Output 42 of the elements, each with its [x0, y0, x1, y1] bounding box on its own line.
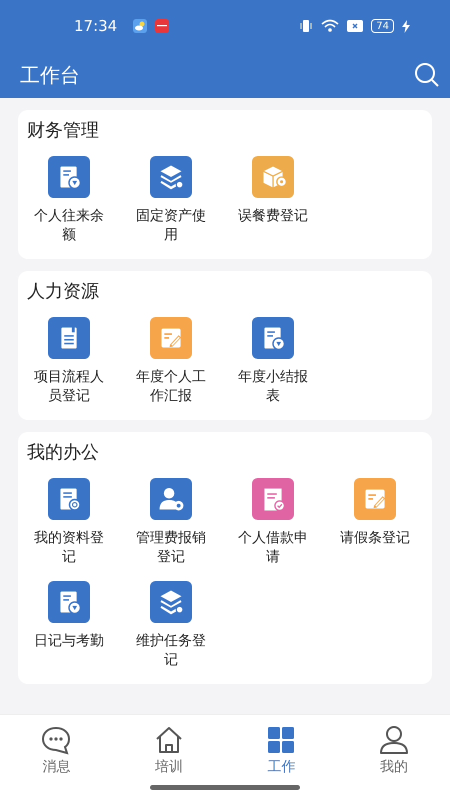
item-label[interactable]: 管理费报销登记 — [133, 529, 209, 567]
app-icon — [155, 19, 170, 33]
item-label[interactable]: 我的资料登记 — [31, 529, 107, 567]
section-title: 我的办公 — [26, 441, 99, 464]
item-label[interactable]: 年度个人工作汇报 — [133, 368, 209, 406]
status-time: 17:34 — [74, 17, 118, 35]
grid-icon — [266, 725, 296, 755]
item-label[interactable]: 日记与考勤 — [31, 632, 107, 651]
layers-icon[interactable] — [149, 581, 193, 623]
item-label[interactable]: 个人借款申请 — [235, 529, 311, 567]
vibrate-icon — [299, 19, 314, 33]
item-label[interactable]: 项目流程人员登记 — [31, 368, 107, 406]
document-search-icon[interactable] — [47, 478, 91, 520]
nav-tab[interactable]: 消息 — [0, 715, 112, 777]
section-title: 人力资源 — [26, 280, 99, 303]
search-icon[interactable] — [414, 62, 440, 88]
sim-icon — [347, 20, 364, 32]
wifi-icon — [321, 19, 340, 33]
document-icon[interactable] — [47, 156, 91, 198]
document-icon[interactable] — [251, 317, 295, 359]
page-title: 工作台 — [20, 62, 80, 88]
document-check-icon[interactable] — [251, 478, 295, 520]
item-label[interactable]: 维护任务登记 — [133, 632, 209, 670]
nav-tab[interactable]: 工作 — [225, 715, 338, 777]
section-title: 财务管理 — [26, 119, 99, 142]
item-label[interactable]: 个人往来余额 — [31, 207, 107, 245]
item-label[interactable]: 固定资产使用 — [133, 207, 209, 245]
charging-icon — [402, 20, 410, 32]
nav-tab[interactable]: 培训 — [112, 715, 225, 777]
document-icon[interactable] — [47, 581, 91, 623]
user-gear-icon[interactable] — [149, 478, 193, 520]
item-label[interactable]: 年度小结报表 — [235, 368, 311, 406]
item-label[interactable]: 误餐费登记 — [235, 207, 311, 226]
chat-icon — [41, 725, 72, 755]
home-icon — [154, 725, 184, 755]
user-icon — [378, 725, 409, 755]
layers-icon[interactable] — [149, 156, 193, 198]
item-label[interactable]: 请假条登记 — [337, 529, 413, 548]
document-icon[interactable] — [47, 317, 91, 359]
weather-icon — [133, 19, 148, 33]
battery-level: 74 — [371, 19, 394, 33]
nav-tab[interactable]: 我的 — [338, 715, 450, 777]
